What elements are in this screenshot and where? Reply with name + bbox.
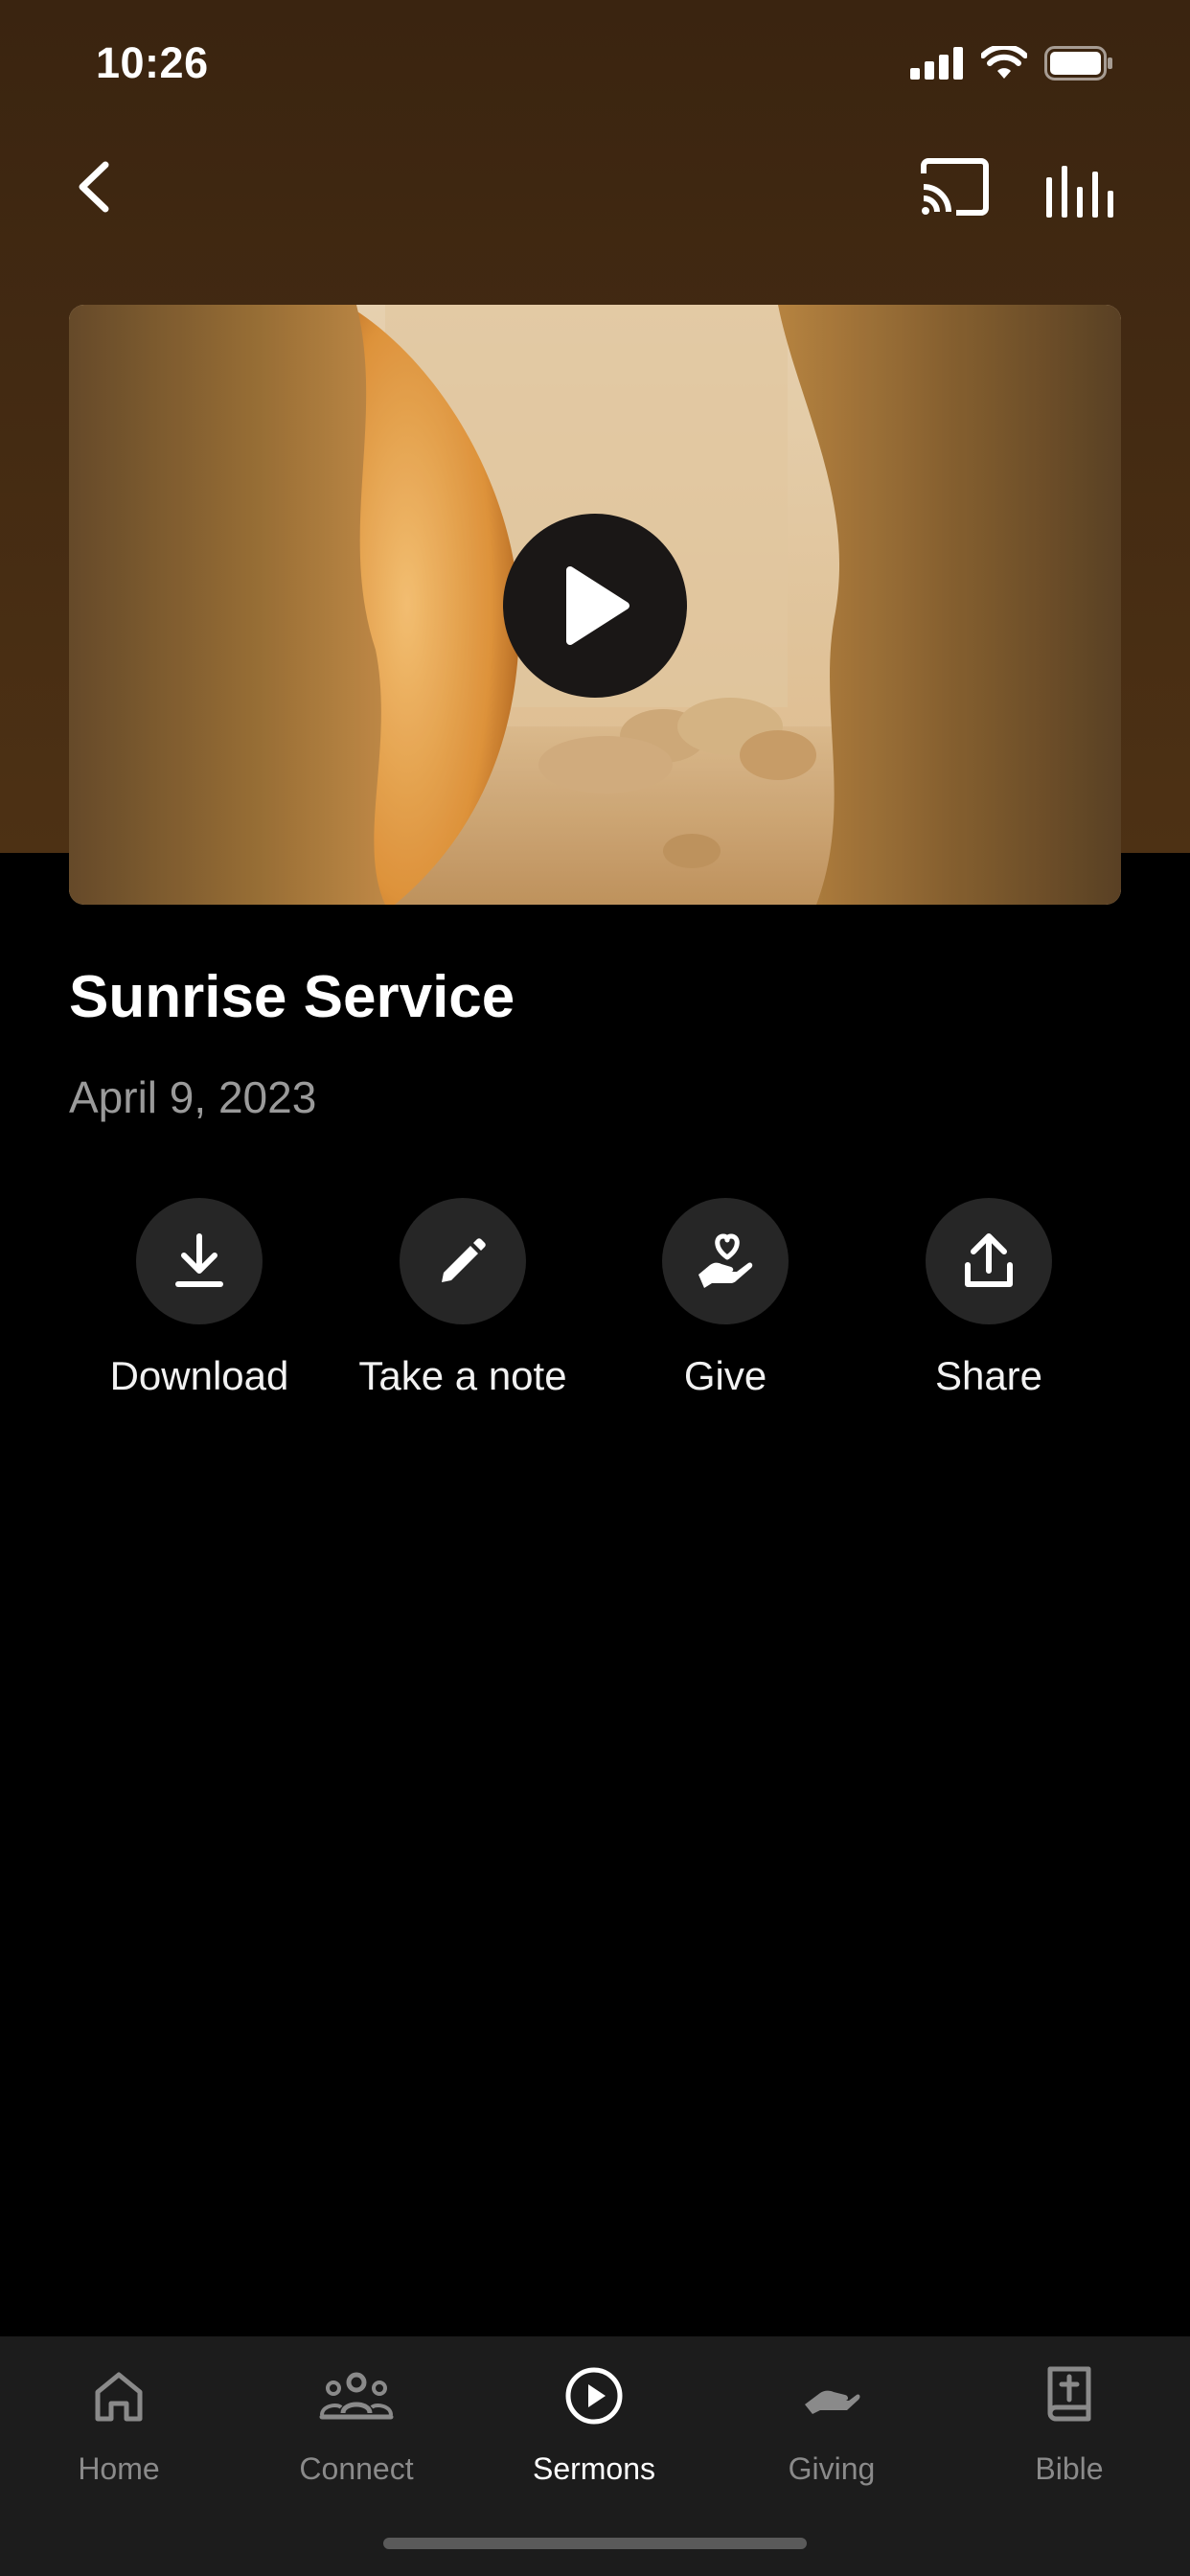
status-time: 10:26 xyxy=(96,38,209,87)
home-indicator[interactable] xyxy=(383,2538,807,2549)
tab-bible-label: Bible xyxy=(1035,2451,1104,2486)
tab-sermons-label: Sermons xyxy=(532,2451,656,2486)
give-button[interactable] xyxy=(662,1198,789,1324)
give-label: Give xyxy=(683,1353,767,1398)
pencil-icon xyxy=(442,1238,486,1282)
download-action[interactable]: Download xyxy=(65,1198,333,1399)
tab-bible[interactable]: Bible xyxy=(973,2358,1165,2487)
equalizer-icon xyxy=(1046,166,1113,218)
play-circle-icon xyxy=(565,2367,623,2425)
signal-icon xyxy=(910,47,963,80)
tab-giving[interactable]: Giving xyxy=(736,2358,927,2487)
chevron-left-icon xyxy=(79,161,109,213)
share-label: Share xyxy=(934,1353,1043,1398)
download-button[interactable] xyxy=(136,1198,263,1324)
tab-home[interactable]: Home xyxy=(23,2358,215,2487)
play-icon xyxy=(566,566,629,645)
tab-home-label: Home xyxy=(78,2451,160,2486)
giving-hand-icon xyxy=(805,2390,860,2414)
give-action[interactable]: Give xyxy=(591,1198,859,1399)
people-icon xyxy=(319,2372,394,2420)
sermon-title: Sunrise Service xyxy=(69,964,515,1030)
wifi-icon xyxy=(981,46,1027,79)
sermon-date: April 9, 2023 xyxy=(69,1072,317,1122)
cast-icon xyxy=(921,158,989,216)
cast-button[interactable] xyxy=(918,158,991,219)
audio-button[interactable] xyxy=(1044,158,1113,219)
download-icon xyxy=(175,1233,223,1287)
hand-heart-icon xyxy=(698,1233,753,1288)
action-row: Download Take a note Give Share xyxy=(0,1198,1190,1409)
home-icon xyxy=(95,2372,143,2422)
status-icons xyxy=(910,46,1113,80)
take-note-label: Take a note xyxy=(358,1353,567,1398)
video-player[interactable] xyxy=(69,305,1121,905)
share-action[interactable]: Share xyxy=(855,1198,1123,1399)
take-note-button[interactable] xyxy=(400,1198,526,1324)
tab-giving-label: Giving xyxy=(788,2451,876,2486)
back-button[interactable] xyxy=(67,153,125,220)
battery-icon xyxy=(1044,46,1112,80)
take-note-action[interactable]: Take a note xyxy=(329,1198,597,1399)
play-button[interactable] xyxy=(503,514,687,698)
share-icon xyxy=(965,1233,1013,1287)
bible-icon xyxy=(1047,2366,1091,2422)
tab-sermons[interactable]: Sermons xyxy=(498,2358,690,2487)
download-label: Download xyxy=(109,1353,289,1398)
status-bar: 10:26 xyxy=(0,0,1190,134)
tab-connect[interactable]: Connect xyxy=(261,2358,452,2487)
share-button[interactable] xyxy=(926,1198,1052,1324)
tab-connect-label: Connect xyxy=(299,2451,414,2486)
